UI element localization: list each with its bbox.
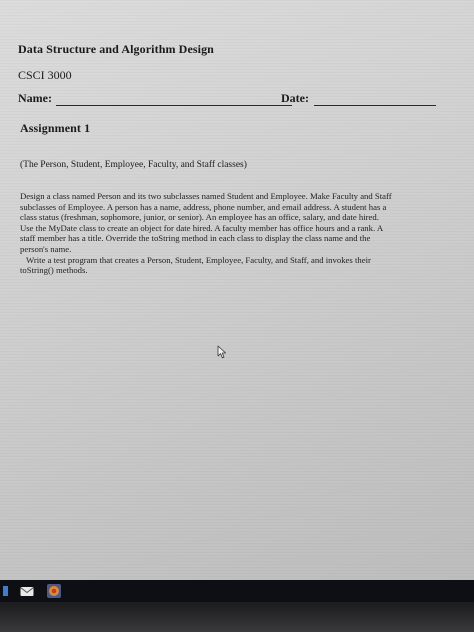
start-icon[interactable] (2, 583, 10, 599)
name-field-line[interactable] (56, 105, 292, 106)
paragraph1-line: class status (freshman, sophomore, junio… (20, 212, 379, 223)
paragraph1-line: person's name. (20, 243, 72, 254)
mouse-pointer-icon (217, 345, 226, 359)
document-page: Data Structure and Algorithm Design CSCI… (0, 0, 474, 580)
paragraph1-line: Design a class named Person and its two … (20, 191, 392, 201)
mail-icon[interactable] (19, 583, 35, 599)
assignment-subtitle: (The Person, Student, Employee, Faculty,… (20, 160, 247, 170)
name-label: Name: (18, 91, 52, 105)
course-title: Data Structure and Algorithm Design (18, 42, 214, 56)
browser-app-icon[interactable] (46, 583, 62, 599)
assignment-title: Assignment 1 (20, 121, 91, 135)
paragraph1-line: subclasses of Employee. A person has a n… (20, 201, 387, 212)
paragraph2-line: toString() methods. (20, 265, 88, 276)
paragraph2-line: Write a test program that creates a Pers… (26, 254, 371, 265)
paragraph1-line: staff member has a title. Override the t… (20, 233, 371, 244)
name-date-row: Name: Date: (18, 91, 438, 109)
date-field-line[interactable] (314, 105, 436, 106)
paragraph1-line: Use the MyDate class to create an object… (20, 222, 384, 233)
date-label: Date: (281, 91, 309, 105)
monitor-screen: Data Structure and Algorithm Design CSCI… (0, 0, 474, 580)
taskbar (0, 580, 474, 602)
monitor-bezel (0, 602, 474, 632)
assignment-body: Design a class named Person and its two … (20, 191, 470, 276)
course-code: CSCI 3000 (18, 68, 72, 82)
